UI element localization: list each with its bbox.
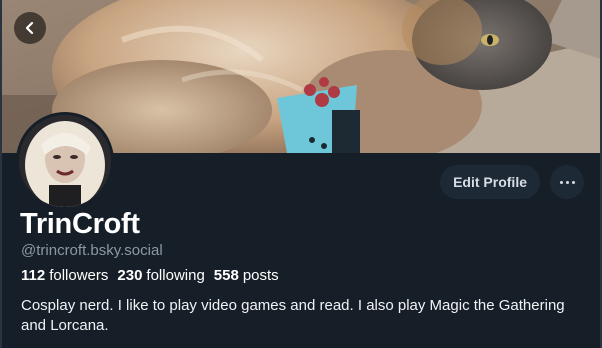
profile-handle: @trincroft.bsky.social [21,242,163,259]
posts-label: posts [242,267,279,284]
edit-profile-button[interactable]: Edit Profile [440,165,540,199]
followers-stat[interactable]: 112 followers [21,267,108,285]
followers-count: 112 [21,267,46,284]
following-count: 230 [117,267,143,284]
display-name: TrinCroft [20,208,140,240]
followers-label: followers [49,267,109,284]
profile-stats: 112 followers 230 following 558 posts [21,267,279,285]
following-label: following [146,267,205,284]
profile-page: Edit Profile TrinCroft @trincroft.bsky.s… [0,0,602,348]
avatar[interactable] [16,112,114,210]
avatar-image [19,115,111,207]
posts-count: 558 [213,267,239,284]
more-options-button[interactable] [550,165,584,199]
profile-actions: Edit Profile [440,165,584,199]
ellipsis-icon [559,180,575,184]
profile-bio: Cosplay nerd. I like to play video games… [21,297,565,334]
following-stat[interactable]: 230 following [117,267,204,285]
back-button[interactable] [14,12,46,44]
posts-stat: 558 posts [214,267,279,285]
chevron-left-icon [25,21,34,35]
